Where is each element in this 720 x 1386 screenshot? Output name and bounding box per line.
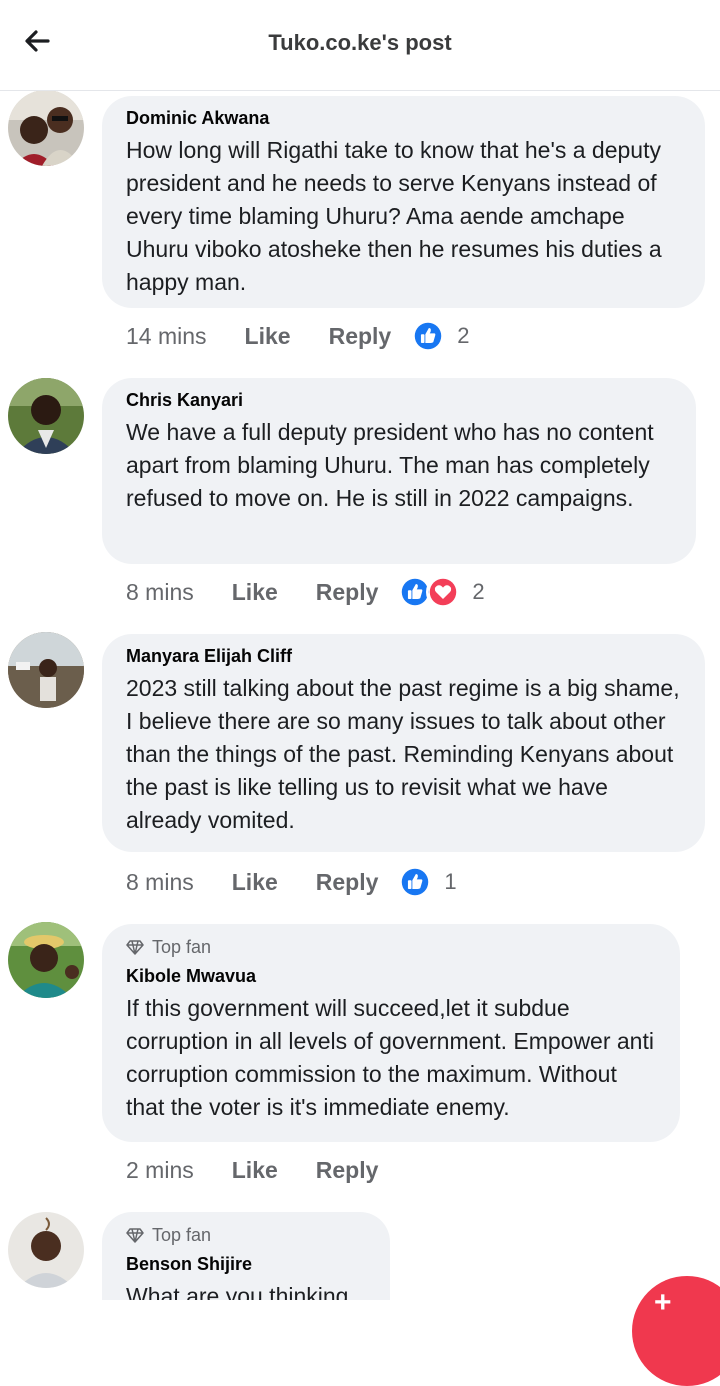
page-title: Tuko.co.ke's post: [268, 30, 452, 55]
comment-item: Top fan Benson Shijire What are you thin…: [0, 0, 720, 1300]
comment-text: What are you thinking: [126, 1283, 349, 1300]
comment-bubble: Top fan Benson Shijire What are you thin…: [102, 1212, 390, 1300]
avatar[interactable]: [8, 1212, 84, 1288]
top-bar: Tuko.co.ke's post: [0, 0, 720, 91]
diamond-icon: [126, 1228, 144, 1243]
top-fan-badge: Top fan: [126, 1222, 370, 1248]
plus-icon: +: [654, 1286, 672, 1319]
comment-author[interactable]: Benson Shijire: [126, 1252, 370, 1276]
badge-label: Top fan: [152, 1224, 212, 1245]
